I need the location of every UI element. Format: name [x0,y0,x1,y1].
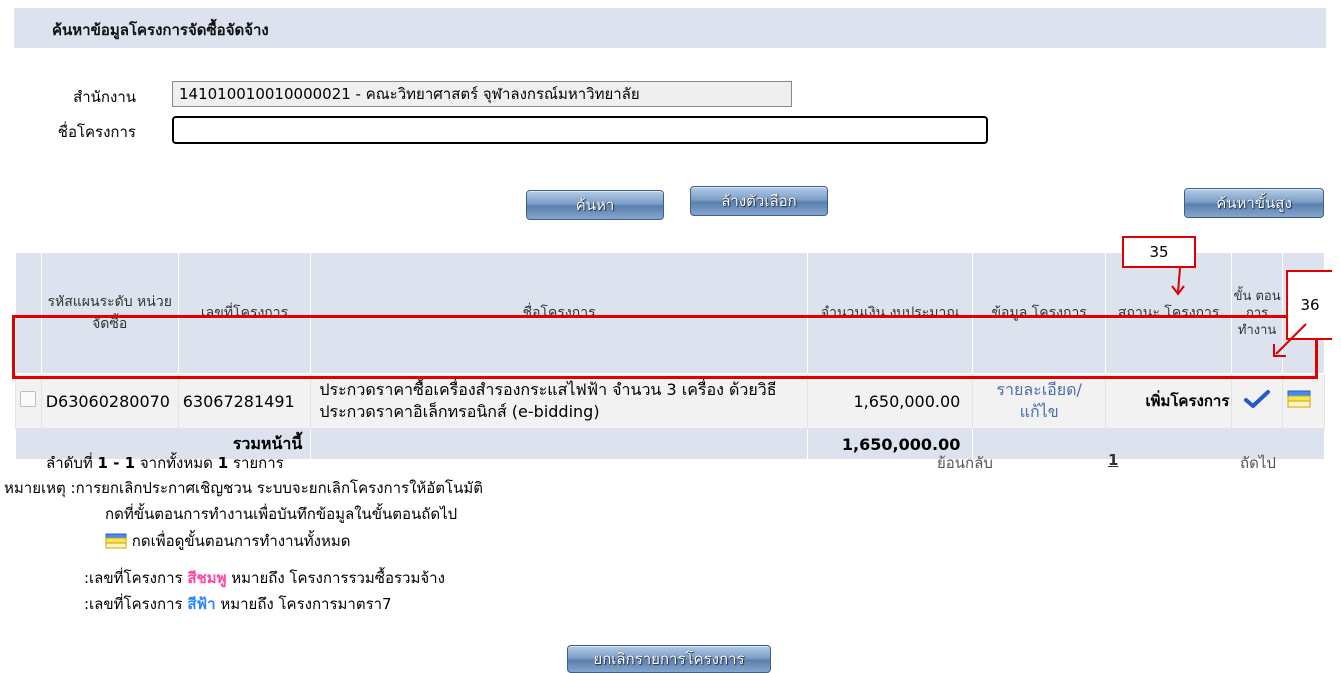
budget-cell: 1,650,000.00 [806,373,974,429]
search-button[interactable]: ค้นหา [526,190,664,220]
office-label: สำนักงาน [73,88,136,106]
total-spacer [310,428,808,460]
project-name-input[interactable] [172,116,988,144]
pagination-summary: ลำดับที่ 1 - 1 จากทั้งหมด 1 รายการ [46,454,284,472]
clear-button[interactable]: ล้างตัวเลือก [690,186,828,216]
office-field: 141010010010000021 - คณะวิทยาศาสตร์ จุฬา… [172,81,792,107]
plan-code-cell: D63060280070 [40,373,179,429]
layers-icon[interactable] [1287,390,1311,408]
project-status-cell: เพิ่มโครงการ [1104,373,1233,429]
project-name-cell: ประกวดราคาซื้อเครื่องสำรองกระแสไฟฟ้า จำน… [310,373,808,429]
next-link[interactable]: ถัดไป [1240,451,1276,475]
note-line-3: กดเพื่อดูขั้นตอนการทำงานทั้งหมด [105,529,350,553]
row-checkbox[interactable] [20,391,37,407]
checkmark-icon[interactable] [1244,390,1271,408]
cancel-project-button[interactable]: ยกเลิกรายการโครงการ [567,645,771,673]
all-steps-cell [1281,373,1326,429]
note-line-5: :เลขที่โครงการ สีฟ้า หมายถึง โครงการมาตร… [84,595,392,613]
callout-35: 35 [1122,236,1196,268]
note-line-4: :เลขที่โครงการ สีชมพู หมายถึง โครงการรวม… [84,569,445,587]
back-link[interactable]: ย้อนกลับ [937,451,993,475]
note-line-2: กดที่ขั้นตอนการทำงานเพื่อบันทึกข้อมูลในข… [105,505,458,523]
project-name-label: ชื่อโครงการ [57,123,136,141]
callout-35-pointer [1171,267,1185,296]
callout-36-pointer [1273,323,1307,357]
note-line-1: หมายเหตุ :การยกเลิกประกาศเชิญชวน ระบบจะย… [4,479,483,497]
page-1-link[interactable]: 1 [1108,451,1118,469]
advanced-search-button[interactable]: ค้นหาขั้นสูง [1184,188,1324,218]
project-no-cell: 63067281491 [177,373,312,429]
page-title: ค้นหาข้อมูลโครงการจัดซื้อจัดจ้าง [52,21,269,39]
page-header: ค้นหาข้อมูลโครงการจัดซื้อจัดจ้าง [14,8,1326,48]
layers-icon [105,533,127,549]
work-step-cell [1231,373,1283,429]
table-row: D63060280070 63067281491 ประกวดราคาซื้อเ… [15,373,1326,429]
details-edit-link[interactable]: รายละเอียด/ แก้ไข [972,373,1106,429]
highlight-row-box [12,315,1318,379]
row-select-cell [15,373,42,429]
